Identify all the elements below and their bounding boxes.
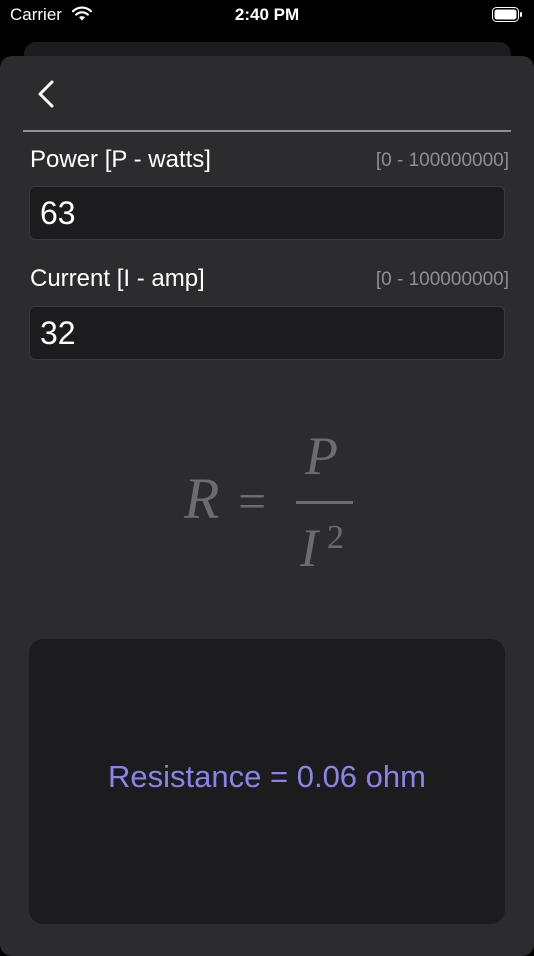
formula-exponent: 2 (327, 519, 344, 556)
nav-divider (23, 130, 511, 132)
formula-equals: = (238, 473, 266, 529)
formula-image: R = P I 2 (183, 426, 353, 578)
power-label: Power [P - watts] (30, 146, 211, 173)
power-range: [0 - 100000000] (375, 150, 509, 171)
status-bar: Carrier 2:40 PM (0, 0, 534, 34)
formula-lhs: R (183, 466, 219, 531)
chevron-left-icon[interactable] (36, 76, 66, 112)
battery-icon (492, 7, 522, 22)
navigation-bar (0, 56, 534, 132)
current-input[interactable] (29, 306, 505, 360)
clock-label: 2:40 PM (234, 5, 300, 24)
formula-fraction-bar (296, 501, 353, 504)
current-range: [0 - 100000000] (375, 269, 509, 290)
formula-denominator: I (299, 518, 321, 578)
current-label: Current [I - amp] (30, 265, 205, 292)
power-input[interactable] (29, 186, 505, 240)
formula-numerator: P (304, 426, 338, 486)
result-card: Resistance = 0.06 ohm (29, 639, 505, 924)
result-text: Resistance = 0.06 ohm (108, 759, 426, 794)
